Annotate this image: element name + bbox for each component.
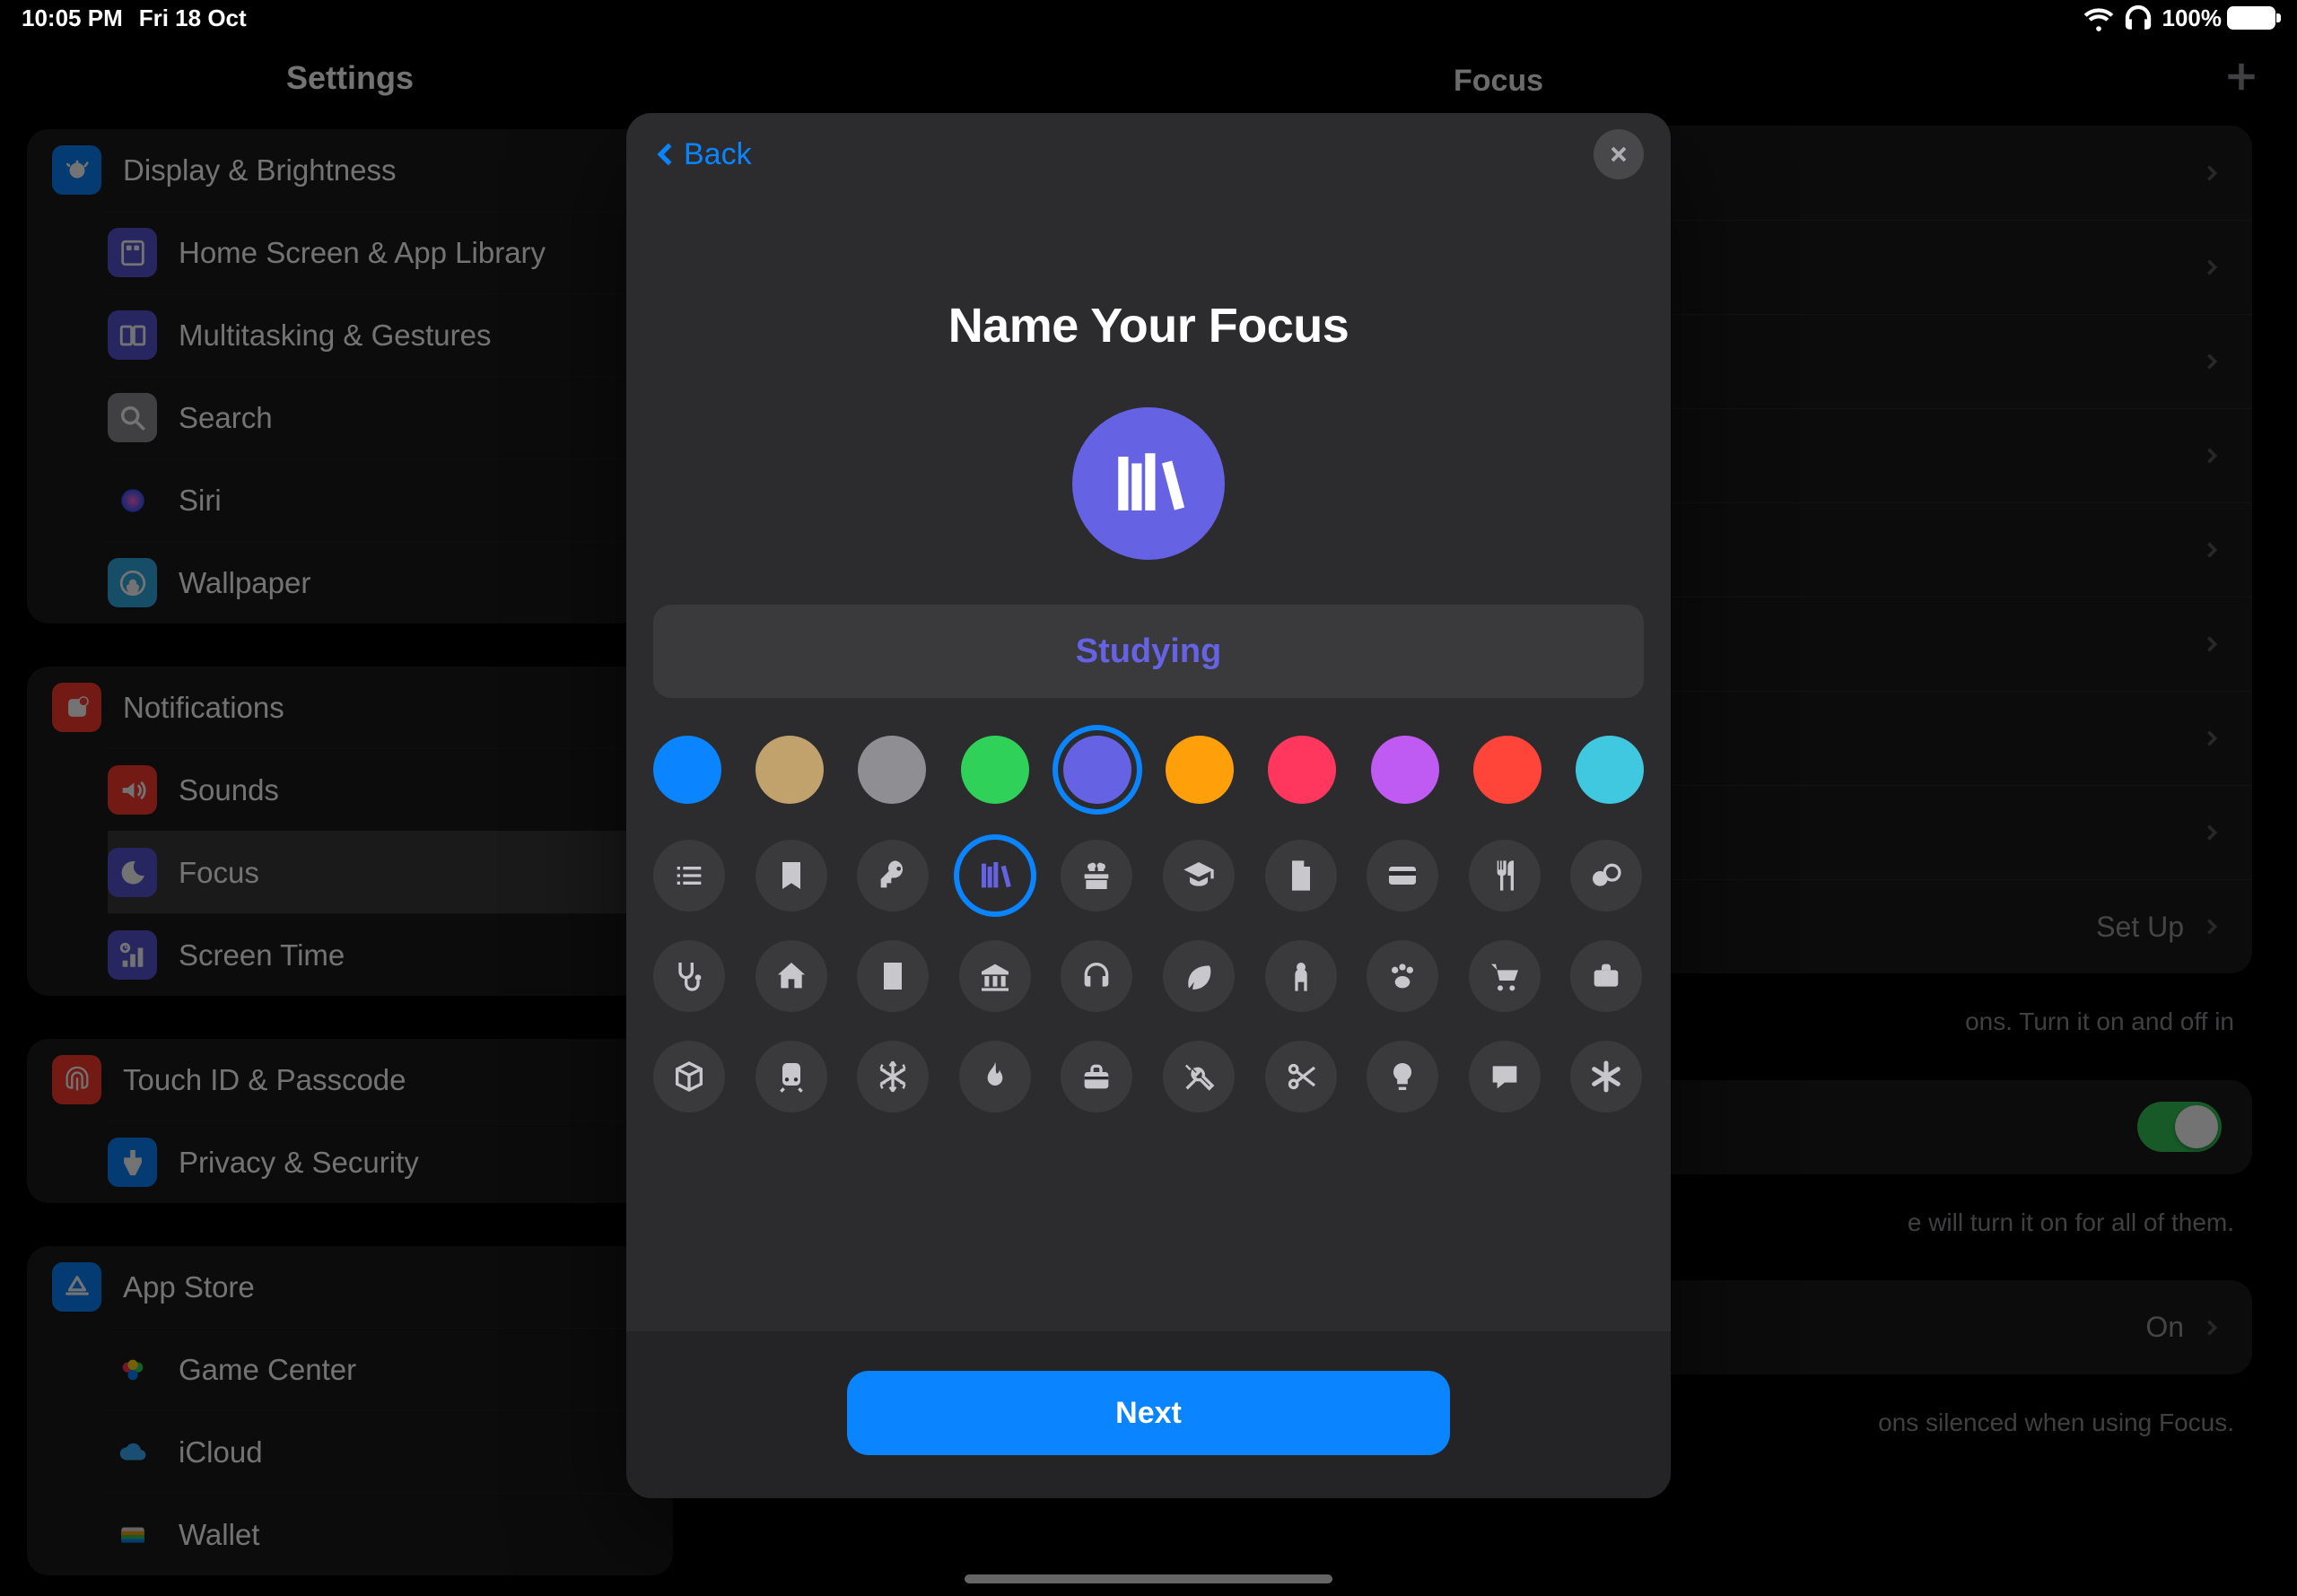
color-swatch[interactable] bbox=[653, 736, 721, 804]
key-icon bbox=[875, 858, 911, 894]
color-swatch[interactable] bbox=[1473, 736, 1542, 804]
status-time: 10:05 PM bbox=[22, 4, 123, 32]
glyph-books[interactable] bbox=[959, 840, 1031, 911]
color-swatch[interactable] bbox=[1371, 736, 1439, 804]
glyph-stethoscope[interactable] bbox=[653, 940, 725, 1012]
glyph-house[interactable] bbox=[755, 940, 827, 1012]
glyph-gift[interactable] bbox=[1061, 840, 1132, 911]
chevron-left-icon bbox=[653, 137, 678, 171]
glyph-lightbulb[interactable] bbox=[1367, 1041, 1438, 1112]
color-swatch[interactable] bbox=[858, 736, 926, 804]
house-icon bbox=[773, 958, 809, 994]
columns-icon bbox=[977, 958, 1013, 994]
battery-pct: 100% bbox=[2162, 4, 2223, 32]
glyph-picker bbox=[626, 824, 1671, 1139]
glyph-wrench-screwdriver[interactable] bbox=[1163, 1041, 1235, 1112]
focus-name-input[interactable]: Studying bbox=[653, 605, 1644, 698]
close-icon bbox=[1608, 144, 1629, 165]
glyph-bookmark[interactable] bbox=[755, 840, 827, 911]
glyph-leaf[interactable] bbox=[1163, 940, 1235, 1012]
battery-indicator: 100% bbox=[2162, 4, 2276, 32]
lightbulb-icon bbox=[1384, 1059, 1420, 1095]
glyph-person[interactable] bbox=[1265, 940, 1337, 1012]
graduation-cap-icon bbox=[1181, 858, 1217, 894]
shippingbox-icon bbox=[671, 1059, 707, 1095]
name-focus-modal: Back Name Your Focus Studying Next bbox=[626, 113, 1671, 1498]
glyph-toolbox[interactable] bbox=[1061, 1041, 1132, 1112]
glyph-fork-knife[interactable] bbox=[1469, 840, 1541, 911]
glyph-columns[interactable] bbox=[959, 940, 1031, 1012]
tram-icon bbox=[773, 1059, 809, 1095]
color-swatch[interactable] bbox=[961, 736, 1029, 804]
color-swatch[interactable] bbox=[1268, 736, 1336, 804]
next-label: Next bbox=[1115, 1396, 1182, 1431]
stethoscope-icon bbox=[671, 958, 707, 994]
pills-icon bbox=[1588, 858, 1624, 894]
focus-preview-icon bbox=[1072, 407, 1225, 560]
gift-icon bbox=[1079, 858, 1114, 894]
glyph-headphones[interactable] bbox=[1061, 940, 1132, 1012]
color-swatch[interactable] bbox=[1576, 736, 1644, 804]
color-swatch[interactable] bbox=[1063, 736, 1131, 804]
glyph-snowflake[interactable] bbox=[857, 1041, 929, 1112]
fork-knife-icon bbox=[1487, 858, 1523, 894]
wrench-screwdriver-icon bbox=[1181, 1059, 1217, 1095]
glyph-pills[interactable] bbox=[1570, 840, 1642, 911]
flame-icon bbox=[977, 1059, 1013, 1095]
books-icon bbox=[1108, 443, 1189, 524]
credit-card-icon bbox=[1384, 858, 1420, 894]
asterisk-icon bbox=[1588, 1059, 1624, 1095]
headphones-icon bbox=[1079, 958, 1114, 994]
modal-title: Name Your Focus bbox=[626, 298, 1671, 353]
cart-icon bbox=[1487, 958, 1523, 994]
headphones-icon bbox=[2123, 3, 2153, 33]
glyph-cart[interactable] bbox=[1469, 940, 1541, 1012]
status-date: Fri 18 Oct bbox=[139, 4, 247, 32]
color-picker bbox=[626, 725, 1671, 824]
pawprint-icon bbox=[1384, 958, 1420, 994]
snowflake-icon bbox=[875, 1059, 911, 1095]
toolbox-icon bbox=[1079, 1059, 1114, 1095]
person-icon bbox=[1283, 958, 1319, 994]
glyph-list[interactable] bbox=[653, 840, 725, 911]
glyph-flame[interactable] bbox=[959, 1041, 1031, 1112]
bookmark-icon bbox=[773, 858, 809, 894]
glyph-tram[interactable] bbox=[755, 1041, 827, 1112]
books-icon bbox=[977, 858, 1013, 894]
glyph-credit-card[interactable] bbox=[1367, 840, 1438, 911]
next-button[interactable]: Next bbox=[847, 1371, 1450, 1455]
focus-name-value: Studying bbox=[1076, 632, 1222, 671]
color-swatch[interactable] bbox=[1166, 736, 1234, 804]
document-icon bbox=[1283, 858, 1319, 894]
color-swatch[interactable] bbox=[755, 736, 824, 804]
glyph-building[interactable] bbox=[857, 940, 929, 1012]
list-icon bbox=[671, 858, 707, 894]
back-button[interactable]: Back bbox=[653, 137, 752, 172]
glyph-shippingbox[interactable] bbox=[653, 1041, 725, 1112]
glyph-asterisk[interactable] bbox=[1570, 1041, 1642, 1112]
wifi-icon bbox=[2083, 3, 2114, 33]
glyph-graduation-cap[interactable] bbox=[1163, 840, 1235, 911]
glyph-message[interactable] bbox=[1469, 1041, 1541, 1112]
glyph-pawprint[interactable] bbox=[1367, 940, 1438, 1012]
leaf-icon bbox=[1181, 958, 1217, 994]
status-bar: 10:05 PM Fri 18 Oct 100% bbox=[0, 0, 2297, 36]
glyph-scissors[interactable] bbox=[1265, 1041, 1337, 1112]
message-icon bbox=[1487, 1059, 1523, 1095]
glyph-key[interactable] bbox=[857, 840, 929, 911]
scissors-icon bbox=[1283, 1059, 1319, 1095]
glyph-document[interactable] bbox=[1265, 840, 1337, 911]
back-label: Back bbox=[684, 137, 752, 172]
close-button[interactable] bbox=[1594, 129, 1644, 179]
building-icon bbox=[875, 958, 911, 994]
glyph-briefcase[interactable] bbox=[1570, 940, 1642, 1012]
briefcase-icon bbox=[1588, 958, 1624, 994]
